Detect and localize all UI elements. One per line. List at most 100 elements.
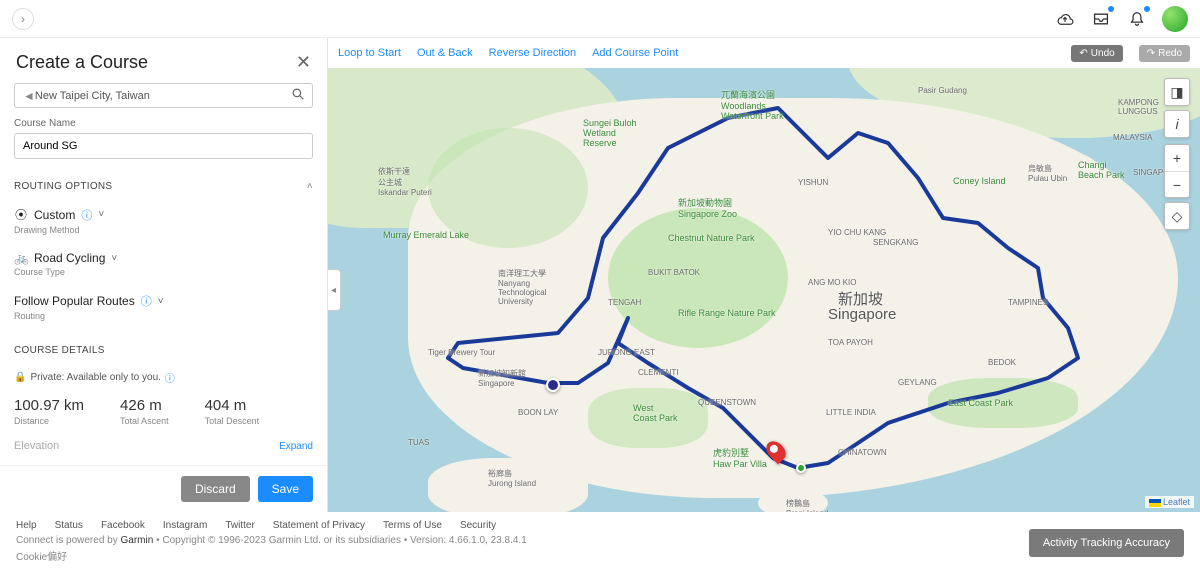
info-icon[interactable]: ⓘ bbox=[165, 370, 175, 385]
save-button[interactable]: Save bbox=[258, 476, 313, 502]
info-control[interactable]: i bbox=[1164, 110, 1190, 138]
map-place-label: Pasir Gudang bbox=[918, 86, 967, 95]
leaflet-attribution[interactable]: Leaflet bbox=[1145, 496, 1194, 508]
map-place-label: TOA PAYOH bbox=[828, 338, 873, 347]
map-place-label: Coney Island bbox=[953, 176, 1006, 186]
bell-icon[interactable] bbox=[1126, 8, 1148, 30]
map-area: Loop to Start Out & Back Reverse Directi… bbox=[328, 38, 1200, 512]
inbox-icon[interactable] bbox=[1090, 8, 1112, 30]
route-waypoint-marker[interactable] bbox=[796, 463, 806, 473]
map-place-label: GEYLANG bbox=[898, 378, 937, 387]
panel-title: Create a Course bbox=[16, 52, 296, 73]
location-search[interactable]: ◄ bbox=[14, 83, 313, 108]
course-details-header[interactable]: COURSE DETAILS bbox=[14, 337, 313, 364]
footer-link[interactable]: Twitter bbox=[225, 520, 254, 531]
map-place-label: TAMPINES bbox=[1008, 298, 1048, 307]
footer-copyright: Connect is powered by Garmin • Copyright… bbox=[16, 535, 1184, 546]
collapse-panel-handle[interactable]: ◂ bbox=[328, 269, 341, 311]
stat-ascent: 426 m Total Ascent bbox=[120, 397, 169, 426]
course-type-option: 🚲 Road Cycling ˅ Course Type bbox=[14, 245, 313, 287]
map-canvas[interactable]: ◂ 新加坡 Singapor bbox=[328, 68, 1200, 512]
chevron-up-icon: ˄ bbox=[307, 181, 313, 192]
map-place-label: East Coast Park bbox=[948, 398, 1013, 408]
course-name-input[interactable] bbox=[14, 133, 313, 159]
custom-icon: ⦿ bbox=[14, 206, 28, 223]
chevron-down-icon[interactable]: ˅ bbox=[111, 253, 117, 264]
panel-footer: Discard Save bbox=[0, 465, 327, 512]
reverse-direction-link[interactable]: Reverse Direction bbox=[489, 47, 576, 59]
footer-link[interactable]: Facebook bbox=[101, 520, 145, 531]
add-course-point-link[interactable]: Add Course Point bbox=[592, 47, 678, 59]
zoom-in-button[interactable]: + bbox=[1165, 145, 1189, 171]
route-start-marker[interactable] bbox=[546, 378, 560, 392]
map-place-label: 裕廊島 Jurong Island bbox=[488, 468, 536, 488]
locate-icon[interactable]: ◇ bbox=[1165, 203, 1189, 229]
privacy-row: 🔒 Private: Available only to you. ⓘ bbox=[14, 370, 313, 385]
map-place-label: BUKIT BATOK bbox=[648, 268, 700, 277]
map-center-label-en: Singapore bbox=[828, 306, 896, 323]
chevron-down-icon[interactable]: ˅ bbox=[98, 209, 104, 220]
map-place-label: ANG MO KIO bbox=[808, 278, 856, 287]
nav-forward-button[interactable]: › bbox=[12, 8, 34, 30]
stat-descent: 404 m Total Descent bbox=[205, 397, 260, 426]
map-place-label: LITTLE INDIA bbox=[826, 408, 876, 417]
footer-link[interactable]: Terms of Use bbox=[383, 520, 442, 531]
map-place-label: Sungei Buloh Wetland Reserve bbox=[583, 118, 637, 148]
info-icon[interactable]: ⓘ bbox=[81, 207, 92, 223]
cloud-upload-icon[interactable] bbox=[1054, 8, 1076, 30]
avatar[interactable] bbox=[1162, 6, 1188, 32]
map-place-label: SENGKANG bbox=[873, 238, 918, 247]
layers-icon[interactable]: ◨ bbox=[1165, 79, 1189, 105]
map-place-label: Tiger Brewery Tour bbox=[428, 348, 495, 357]
info-icon[interactable]: ⓘ bbox=[141, 293, 152, 309]
map-place-label: YISHUN bbox=[798, 178, 828, 187]
lock-icon: 🔒 bbox=[14, 372, 26, 383]
footer-link[interactable]: Security bbox=[460, 520, 496, 531]
footer-links: Help Status Facebook Instagram Twitter Statem… bbox=[16, 520, 1184, 531]
notification-dot bbox=[1108, 6, 1114, 12]
search-input[interactable] bbox=[35, 90, 292, 102]
footer-link[interactable]: Instagram bbox=[163, 520, 207, 531]
map-place-label: CLEMENTI bbox=[638, 368, 678, 377]
layers-control[interactable]: ◨ bbox=[1164, 78, 1190, 106]
redo-button[interactable]: ↷Redo bbox=[1139, 45, 1190, 62]
zoom-out-button[interactable]: − bbox=[1165, 171, 1189, 197]
pin-icon: ◄ bbox=[23, 89, 35, 103]
chevron-down-icon[interactable]: ˅ bbox=[158, 296, 164, 307]
footer-link[interactable]: Statement of Privacy bbox=[273, 520, 365, 531]
map-place-label: Murray Emerald Lake bbox=[383, 230, 469, 240]
elevation-row: Elevation Expand bbox=[14, 438, 313, 452]
discard-button[interactable]: Discard bbox=[181, 476, 250, 502]
map-place-label: 兀蘭海濱公園 Woodlands Waterfront Park bbox=[721, 88, 784, 121]
out-and-back-link[interactable]: Out & Back bbox=[417, 47, 473, 59]
redo-icon: ↷ bbox=[1147, 48, 1155, 59]
map-place-label: TENGAH bbox=[608, 298, 641, 307]
loop-to-start-link[interactable]: Loop to Start bbox=[338, 47, 401, 59]
activity-tracking-button[interactable]: Activity Tracking Accuracy bbox=[1029, 529, 1184, 557]
info-icon[interactable]: i bbox=[1165, 111, 1189, 137]
routing-options-header[interactable]: ROUTING OPTIONS ˄ bbox=[14, 173, 313, 200]
undo-button[interactable]: ↶Undo bbox=[1071, 45, 1122, 62]
expand-link[interactable]: Expand bbox=[279, 441, 313, 452]
map-place-label: 虎豹別墅 Haw Par Villa bbox=[713, 446, 767, 469]
map-place-label: TUAS bbox=[408, 438, 429, 447]
map-place-label: 依斯干達 公主城 Iskandar Puteri bbox=[378, 166, 432, 197]
map-place-label: JURONG EAST bbox=[598, 348, 655, 357]
map-place-label: Chestnut Nature Park bbox=[668, 233, 755, 243]
map-place-label: CHINATOWN bbox=[838, 448, 887, 457]
locate-control[interactable]: ◇ bbox=[1164, 202, 1190, 230]
map-place-label: QUEENSTOWN bbox=[698, 398, 756, 407]
cookie-pref-link[interactable]: Cookie偏好 bbox=[16, 548, 1184, 563]
map-toolbar: Loop to Start Out & Back Reverse Directi… bbox=[328, 38, 1200, 68]
course-name-label: Course Name bbox=[14, 118, 313, 129]
footer-link[interactable]: Help bbox=[16, 520, 37, 531]
map-place-label: MALAYSIA bbox=[1113, 133, 1152, 142]
search-icon[interactable] bbox=[292, 88, 304, 103]
map-place-label: 新加坡知新館 Singapore bbox=[478, 368, 526, 388]
footer-link[interactable]: Status bbox=[55, 520, 83, 531]
close-icon[interactable]: ✕ bbox=[296, 52, 311, 73]
course-panel: Create a Course ✕ ◄ Course Name ROUTING … bbox=[0, 38, 328, 512]
map-place-label: KAMPONG LUNGGUS bbox=[1118, 98, 1159, 116]
routing-option: Follow Popular Routes ⓘ ˅ Routing bbox=[14, 287, 313, 331]
map-place-label: 南洋理工大學 Nanyang Technological University bbox=[498, 268, 546, 306]
